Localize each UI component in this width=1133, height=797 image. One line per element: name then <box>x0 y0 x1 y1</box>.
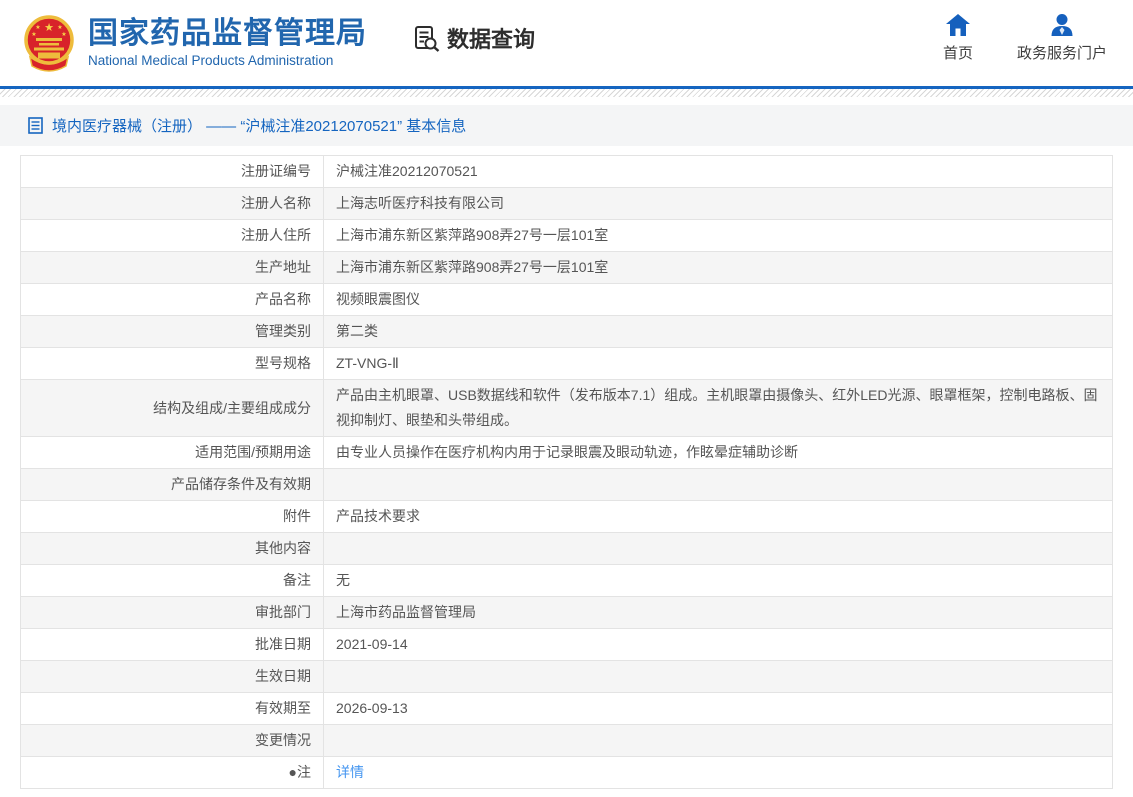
breadcrumb: 境内医疗器械（注册） —— “沪械注准20212070521” 基本信息 <box>0 105 1133 146</box>
brand[interactable]: ★ ★ ★ ★ ★ 国家药品监督管理局 National Medical Pro… <box>22 14 367 72</box>
row-value: 2021-09-14 <box>323 628 1113 661</box>
row-label: ●注 <box>20 756 324 789</box>
national-emblem-icon: ★ ★ ★ ★ ★ <box>24 15 74 72</box>
row-value: 由专业人员操作在医疗机构内用于记录眼震及眼动轨迹，作眩晕症辅助诊断 <box>323 436 1113 469</box>
table-row: 结构及组成/主要组成成分 产品由主机眼罩、USB数据线和软件（发布版本7.1）组… <box>20 379 1113 437</box>
row-label: 生效日期 <box>20 660 324 693</box>
nav-home[interactable]: 首页 <box>942 13 973 63</box>
svg-text:★: ★ <box>57 24 62 31</box>
doc-search-icon <box>415 25 440 52</box>
table-row: 生效日期 <box>20 660 1113 693</box>
info-table: 注册证编号 沪械注准20212070521 注册人名称 上海志听医疗科技有限公司… <box>20 155 1113 789</box>
details-link[interactable]: 详情 <box>336 764 364 780</box>
svg-text:★: ★ <box>35 24 40 31</box>
table-row: 有效期至 2026-09-13 <box>20 692 1113 725</box>
table-row: 产品储存条件及有效期 <box>20 468 1113 501</box>
row-label: 适用范围/预期用途 <box>20 436 324 469</box>
table-row: 型号规格 ZT-VNG-Ⅱ <box>20 347 1113 380</box>
row-value <box>323 660 1113 693</box>
row-label: 有效期至 <box>20 692 324 725</box>
table-row: 生产地址 上海市浦东新区紫萍路908弄27号一层101室 <box>20 251 1113 284</box>
row-label: 附件 <box>20 500 324 533</box>
row-value: 产品由主机眼罩、USB数据线和软件（发布版本7.1）组成。主机眼罩由摄像头、红外… <box>323 379 1113 437</box>
row-value: 视频眼震图仪 <box>323 283 1113 316</box>
row-label: 注册人名称 <box>20 187 324 220</box>
svg-text:★: ★ <box>61 31 66 38</box>
row-label: 管理类别 <box>20 315 324 348</box>
row-label: 注册证编号 <box>20 155 324 188</box>
nav-portal-label: 政务服务门户 <box>1016 44 1107 62</box>
row-label: 其他内容 <box>20 532 324 565</box>
site-header: ★ ★ ★ ★ ★ 国家药品监督管理局 National Medical Pro… <box>0 0 1133 86</box>
row-label: 批准日期 <box>20 628 324 661</box>
row-value: 详情 <box>323 756 1113 789</box>
data-query-section[interactable]: 数据查询 <box>413 22 535 54</box>
header-nav: 首页 政务服务门户 <box>942 13 1111 63</box>
row-label: 注册人住所 <box>20 219 324 252</box>
nav-portal[interactable]: 政务服务门户 <box>1016 13 1107 63</box>
row-value: 上海市浦东新区紫萍路908弄27号一层101室 <box>323 219 1113 252</box>
table-row: 注册人住所 上海市浦东新区紫萍路908弄27号一层101室 <box>20 219 1113 252</box>
user-icon <box>1051 13 1073 36</box>
row-label: 产品储存条件及有效期 <box>20 468 324 501</box>
table-row: ●注 详情 <box>20 756 1113 789</box>
table-row: 适用范围/预期用途 由专业人员操作在医疗机构内用于记录眼震及眼动轨迹，作眩晕症辅… <box>20 436 1113 469</box>
table-row: 批准日期 2021-09-14 <box>20 628 1113 661</box>
row-value: 2026-09-13 <box>323 692 1113 725</box>
row-label: 变更情况 <box>20 724 324 757</box>
row-value: 上海志听医疗科技有限公司 <box>323 187 1113 220</box>
table-row: 审批部门 上海市药品监督管理局 <box>20 596 1113 629</box>
row-value: 产品技术要求 <box>323 500 1113 533</box>
svg-text:★: ★ <box>31 31 36 38</box>
table-row: 管理类别 第二类 <box>20 315 1113 348</box>
row-label: 产品名称 <box>20 283 324 316</box>
breadcrumb-text: 境内医疗器械（注册） —— “沪械注准20212070521” 基本信息 <box>52 118 467 135</box>
table-row: 变更情况 <box>20 724 1113 757</box>
hatch-band <box>0 89 1133 97</box>
row-value: 上海市药品监督管理局 <box>323 596 1113 629</box>
table-row: 产品名称 视频眼震图仪 <box>20 283 1113 316</box>
site-title-cn: 国家药品监督管理局 <box>88 16 367 50</box>
row-value <box>323 468 1113 501</box>
table-row: 注册人名称 上海志听医疗科技有限公司 <box>20 187 1113 220</box>
data-query-label: 数据查询 <box>447 27 536 52</box>
row-label: 结构及组成/主要组成成分 <box>20 379 324 437</box>
svg-text:★: ★ <box>44 22 54 34</box>
row-label: 型号规格 <box>20 347 324 380</box>
table-row: 附件 产品技术要求 <box>20 500 1113 533</box>
row-value: ZT-VNG-Ⅱ <box>323 347 1113 380</box>
row-label: 备注 <box>20 564 324 597</box>
row-value <box>323 532 1113 565</box>
row-value <box>323 724 1113 757</box>
nav-home-label: 首页 <box>942 44 973 62</box>
row-label: 审批部门 <box>20 596 324 629</box>
home-icon <box>945 13 970 36</box>
form-icon <box>28 117 43 134</box>
table-row: 备注 无 <box>20 564 1113 597</box>
row-label: 生产地址 <box>20 251 324 284</box>
row-value: 无 <box>323 564 1113 597</box>
row-value: 沪械注准20212070521 <box>323 155 1113 188</box>
table-row: 其他内容 <box>20 532 1113 565</box>
table-row: 注册证编号 沪械注准20212070521 <box>20 155 1113 188</box>
site-title-en: National Medical Products Administration <box>88 53 334 69</box>
row-value: 上海市浦东新区紫萍路908弄27号一层101室 <box>323 251 1113 284</box>
row-value: 第二类 <box>323 315 1113 348</box>
